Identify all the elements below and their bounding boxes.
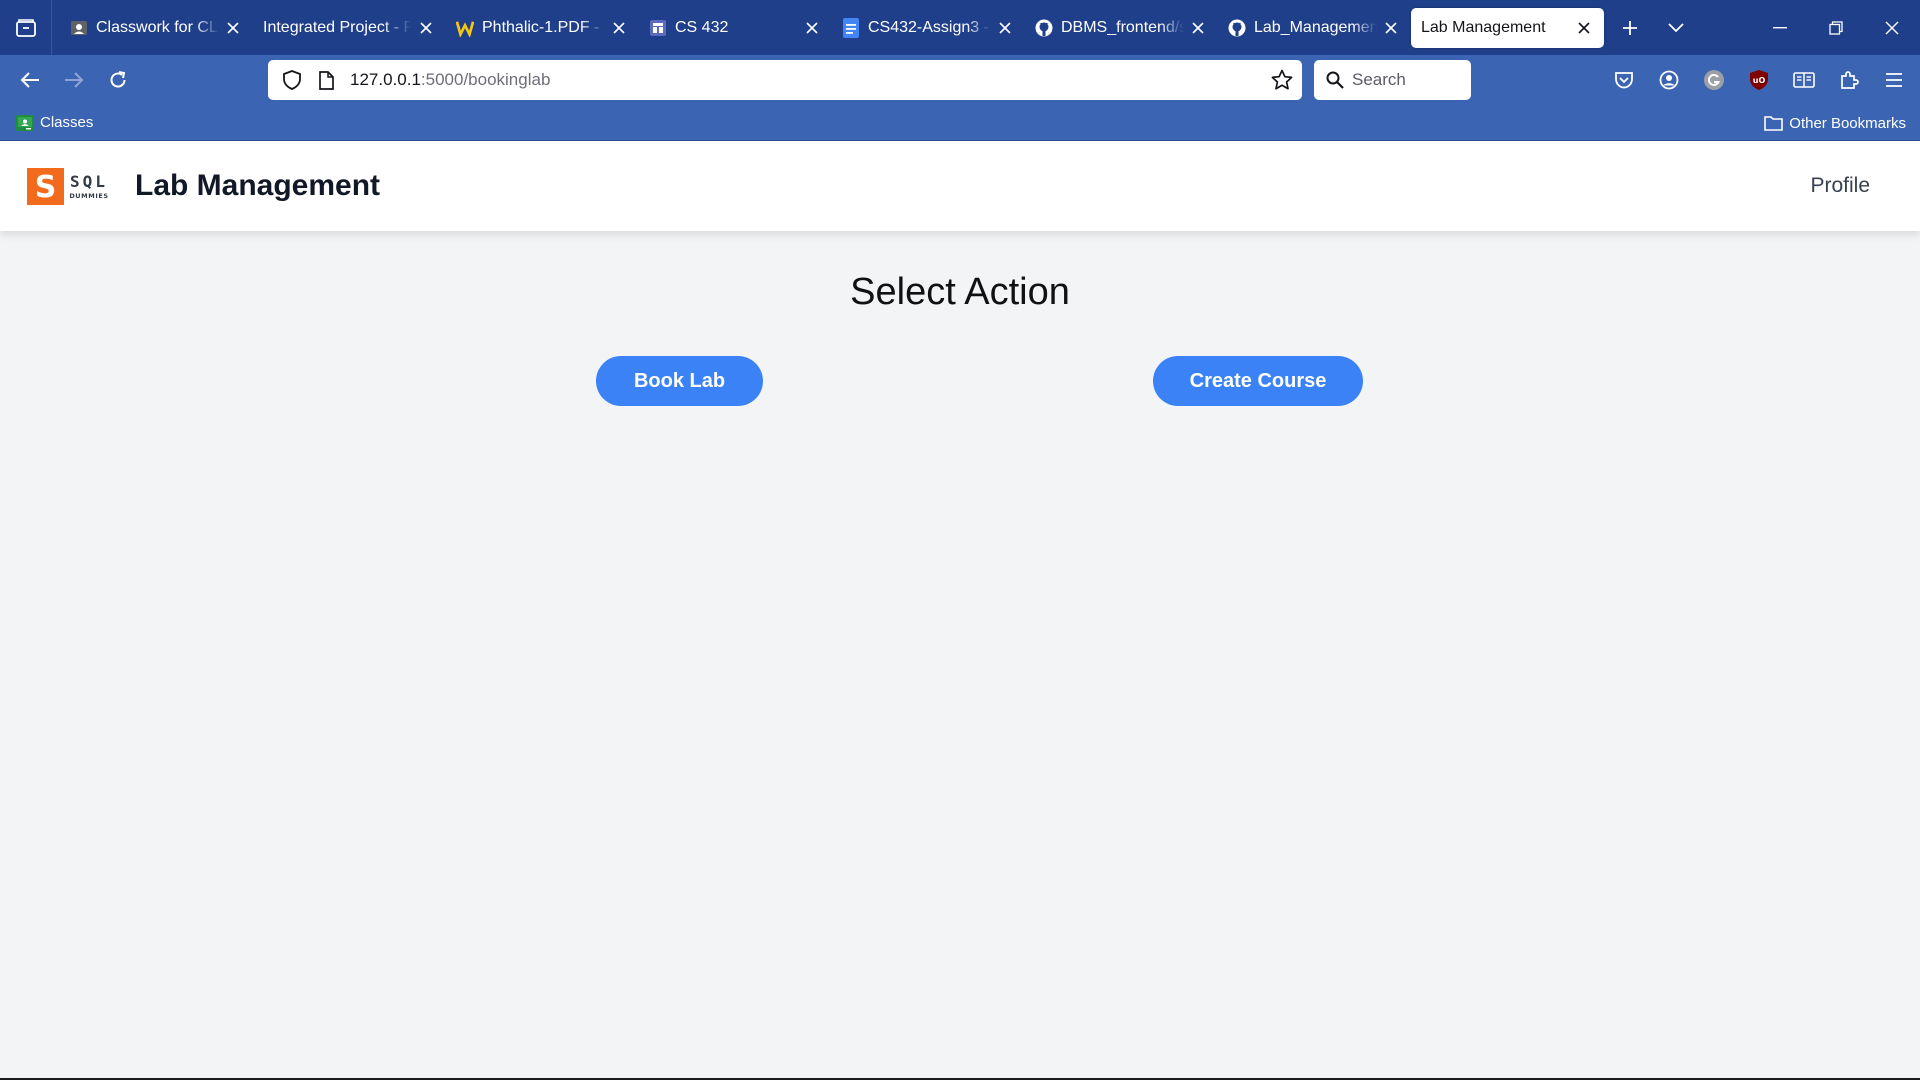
tab-lab-management-repo[interactable]: Lab_Management bbox=[1218, 8, 1411, 48]
tab-dbms-frontend[interactable]: DBMS_frontend/src bbox=[1025, 8, 1218, 48]
close-icon[interactable] bbox=[995, 18, 1015, 38]
url-host: 127.0.0.1 bbox=[350, 70, 421, 89]
pocket-icon bbox=[1614, 72, 1633, 89]
forward-button[interactable] bbox=[52, 60, 96, 100]
tab-cs432-assign3[interactable]: CS432-Assign3 - Google Docs bbox=[832, 8, 1025, 48]
tab-lab-management-active[interactable]: Lab Management bbox=[1411, 7, 1604, 48]
ublock-extension-button[interactable]: uO bbox=[1736, 60, 1781, 100]
restore-icon bbox=[1829, 20, 1843, 35]
minimize-icon bbox=[1773, 26, 1787, 28]
tab-phthalic-pdf[interactable]: Phthalic-1.PDF - pdf bbox=[446, 8, 639, 48]
site-title: Lab Management bbox=[135, 169, 381, 202]
google-docs-icon bbox=[842, 17, 860, 38]
tab-title: DBMS_frontend/src bbox=[1061, 18, 1184, 36]
arrow-left-icon bbox=[20, 72, 39, 88]
bookmark-classes[interactable]: Classes bbox=[16, 114, 93, 131]
page-content: S SQL DUMMIES Lab Management Profile Sel… bbox=[0, 141, 1920, 1078]
extensions-button[interactable] bbox=[1826, 60, 1871, 100]
create-course-button[interactable]: Create Course bbox=[1153, 356, 1363, 406]
close-icon[interactable] bbox=[609, 18, 629, 38]
folder-icon bbox=[1764, 115, 1784, 131]
tab-integrated-project[interactable]: Integrated Project - Phthalic bbox=[253, 8, 446, 48]
hamburger-menu-icon bbox=[1885, 73, 1902, 87]
address-bar[interactable]: 127.0.0.1:5000/bookinglab bbox=[268, 60, 1302, 100]
bookmark-star-icon[interactable] bbox=[1270, 68, 1294, 92]
account-icon bbox=[1659, 70, 1678, 90]
page-heading: Select Action bbox=[850, 271, 1070, 313]
close-icon[interactable] bbox=[416, 18, 436, 38]
svg-text:uO: uO bbox=[1752, 76, 1765, 85]
pocket-button[interactable] bbox=[1601, 60, 1646, 100]
toolbar-icons: uO bbox=[1601, 60, 1916, 100]
sql-dummies-logo: S SQL DUMMIES bbox=[27, 167, 108, 205]
tab-title: CS432-Assign3 - Google Docs bbox=[868, 18, 991, 36]
restore-button[interactable] bbox=[1808, 0, 1864, 55]
reload-button[interactable] bbox=[96, 60, 140, 100]
close-icon[interactable] bbox=[1574, 18, 1594, 38]
search-placeholder: Search bbox=[1352, 70, 1406, 89]
close-icon[interactable] bbox=[1381, 18, 1401, 38]
google-classroom-icon bbox=[16, 114, 34, 131]
arrow-right-icon bbox=[65, 72, 84, 88]
tab-title: Lab Management bbox=[1421, 18, 1546, 36]
firefox-view-button[interactable] bbox=[0, 0, 52, 55]
puzzle-icon bbox=[1840, 71, 1859, 89]
close-icon bbox=[1885, 21, 1899, 34]
close-window-button[interactable] bbox=[1864, 0, 1920, 55]
plus-icon bbox=[1623, 20, 1637, 35]
tab-classwork[interactable]: Classwork for CL 432 bbox=[60, 8, 253, 48]
tab-title: Lab_Management bbox=[1254, 18, 1377, 36]
tab-title: Phthalic-1.PDF - pdf bbox=[482, 18, 605, 36]
pdf-w-icon bbox=[456, 19, 474, 37]
search-icon bbox=[1326, 71, 1344, 89]
close-icon[interactable] bbox=[802, 18, 822, 38]
search-bar[interactable]: Search bbox=[1314, 60, 1471, 100]
minimize-button[interactable] bbox=[1752, 0, 1808, 55]
reader-view-icon bbox=[1792, 72, 1815, 88]
navigation-toolbar: 127.0.0.1:5000/bookinglab Search uO bbox=[0, 55, 1920, 105]
svg-text:SQL: SQL bbox=[70, 172, 108, 191]
list-all-tabs-button[interactable] bbox=[1656, 8, 1696, 48]
url-text: 127.0.0.1:5000/bookinglab bbox=[350, 70, 550, 90]
firefox-view-icon bbox=[15, 18, 36, 37]
tab-strip: Classwork for CL 432 Integrated Project … bbox=[0, 0, 1920, 55]
book-lab-button[interactable]: Book Lab bbox=[596, 356, 763, 406]
account-button[interactable] bbox=[1646, 60, 1691, 100]
url-path: :5000/bookinglab bbox=[420, 70, 551, 89]
new-tab-button[interactable] bbox=[1610, 8, 1650, 48]
svg-text:DUMMIES: DUMMIES bbox=[69, 192, 108, 200]
tab-title: CS 432 bbox=[675, 18, 729, 36]
window-controls bbox=[1752, 0, 1920, 55]
page-icon[interactable] bbox=[314, 70, 338, 90]
close-icon[interactable] bbox=[223, 18, 243, 38]
tab-list: Classwork for CL 432 Integrated Project … bbox=[52, 0, 1696, 55]
tab-cs432[interactable]: CS 432 bbox=[639, 8, 832, 48]
profile-link[interactable]: Profile bbox=[1810, 141, 1870, 231]
github-icon bbox=[1035, 19, 1053, 37]
site-header: S SQL DUMMIES Lab Management Profile bbox=[0, 141, 1920, 231]
bookmarks-toolbar: Classes Other Bookmarks bbox=[0, 105, 1920, 141]
bookmark-label: Classes bbox=[40, 114, 94, 131]
app-menu-button[interactable] bbox=[1871, 60, 1916, 100]
ublock-origin-icon: uO bbox=[1749, 70, 1768, 90]
close-icon[interactable] bbox=[1188, 18, 1208, 38]
back-button[interactable] bbox=[8, 60, 52, 100]
bookmark-label: Other Bookmarks bbox=[1789, 114, 1906, 132]
trello-board-icon bbox=[649, 19, 667, 37]
svg-text:S: S bbox=[35, 170, 57, 205]
reload-icon bbox=[110, 71, 126, 88]
reader-view-button[interactable] bbox=[1781, 60, 1826, 100]
tracking-protection-shield-icon[interactable] bbox=[280, 70, 304, 90]
google-classroom-icon bbox=[70, 19, 88, 37]
site-logo[interactable]: S SQL DUMMIES bbox=[27, 167, 114, 205]
grammarly-icon bbox=[1703, 70, 1724, 90]
other-bookmarks-folder[interactable]: Other Bookmarks bbox=[1764, 105, 1906, 141]
chevron-down-icon bbox=[1668, 22, 1684, 32]
tab-title: Integrated Project - Phthalic bbox=[263, 18, 412, 36]
github-icon bbox=[1228, 19, 1246, 37]
tab-title: Classwork for CL 432 bbox=[96, 18, 219, 36]
grammarly-extension-button[interactable] bbox=[1691, 60, 1736, 100]
